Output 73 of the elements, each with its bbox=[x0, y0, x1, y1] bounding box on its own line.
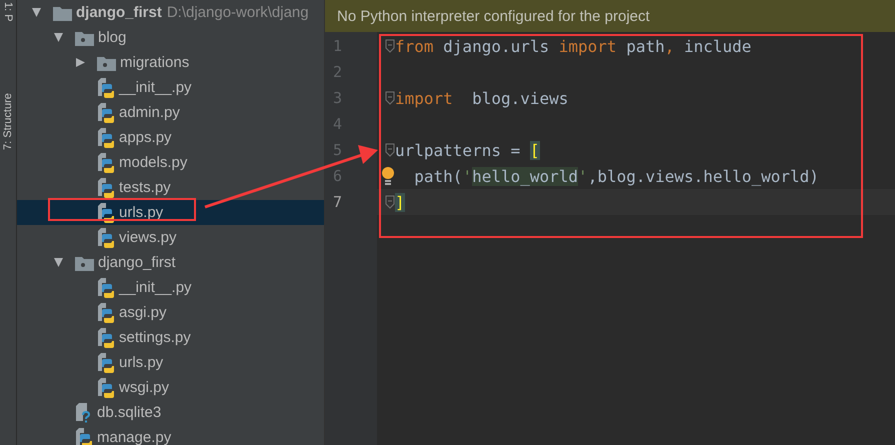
interpreter-warning-banner: No Python interpreter configured for the project bbox=[325, 0, 895, 32]
tree-item-name: asgi.py bbox=[119, 304, 167, 321]
fold-marker-icon[interactable] bbox=[385, 39, 395, 53]
tree-row[interactable]: urls.py bbox=[17, 200, 324, 225]
tree-row[interactable]: django_first bbox=[17, 250, 324, 275]
tree-item-name: blog bbox=[98, 29, 126, 46]
folder-icon bbox=[53, 4, 72, 20]
tree-row[interactable]: django_first D:\django-work\djang bbox=[17, 0, 324, 25]
tree-item-name: apps.py bbox=[119, 129, 172, 146]
code-text: ] bbox=[395, 192, 405, 212]
tree-row[interactable]: __init__.py bbox=[17, 75, 324, 100]
tool-window-tab[interactable]: 7: Structure bbox=[1, 93, 15, 150]
tree-item-name: migrations bbox=[120, 54, 190, 71]
unknown-file-icon bbox=[75, 402, 93, 422]
tool-window-tab[interactable]: 1: P bbox=[1, 2, 15, 22]
python-file-icon bbox=[97, 378, 115, 398]
python-file-icon bbox=[97, 152, 115, 172]
tree-row[interactable]: admin.py bbox=[17, 100, 324, 125]
python-file-icon bbox=[97, 328, 115, 348]
tree-item-name: __init__.py bbox=[119, 279, 192, 296]
tree-row[interactable]: db.sqlite3 bbox=[17, 400, 324, 425]
python-file-icon bbox=[97, 228, 115, 248]
python-file-icon bbox=[97, 302, 115, 322]
project-path: D:\django-work\djang bbox=[166, 4, 309, 21]
tree-row[interactable]: wsgi.py bbox=[17, 375, 324, 400]
python-file-icon bbox=[97, 102, 115, 122]
tree-item-name: settings.py bbox=[119, 329, 191, 346]
tree-item-name: urls.py bbox=[119, 354, 164, 371]
tree-item-name: django_first bbox=[98, 254, 176, 271]
tree-item-name: db.sqlite3 bbox=[97, 404, 162, 421]
lightbulb-icon[interactable] bbox=[381, 166, 395, 186]
code-text: path('hello_world',blog.views.hello_world) bbox=[413, 166, 819, 186]
expand-arrow-icon[interactable] bbox=[53, 257, 64, 268]
line-number: 7 bbox=[332, 193, 344, 211]
tree-row[interactable]: tests.py bbox=[17, 175, 324, 200]
tree-row[interactable]: blog bbox=[17, 25, 324, 50]
python-file-icon bbox=[97, 278, 115, 298]
python-file-icon bbox=[97, 352, 115, 372]
python-file-icon bbox=[75, 428, 93, 445]
fold-marker-icon[interactable] bbox=[385, 91, 395, 105]
tree-item-name: tests.py bbox=[119, 179, 171, 196]
tree-item-name: django_first bbox=[76, 4, 162, 21]
tree-item-name: wsgi.py bbox=[119, 379, 170, 396]
code-text: urlpatterns = [ bbox=[395, 140, 540, 160]
tree-row[interactable]: migrations bbox=[17, 50, 324, 75]
tree-row[interactable]: asgi.py bbox=[17, 300, 324, 325]
tree-row[interactable]: apps.py bbox=[17, 125, 324, 150]
expand-arrow-icon[interactable] bbox=[31, 7, 42, 18]
tree-item-name: views.py bbox=[119, 229, 177, 246]
python-file-icon bbox=[97, 128, 115, 148]
tree-item-name: manage.py bbox=[97, 429, 172, 445]
tree-item-name: urls.py bbox=[119, 204, 164, 221]
tree-row[interactable]: settings.py bbox=[17, 325, 324, 350]
python-file-icon bbox=[97, 178, 115, 198]
python-file-icon bbox=[97, 202, 115, 222]
folder-icon bbox=[75, 30, 94, 46]
tree-row[interactable]: urls.py bbox=[17, 350, 324, 375]
tree-item-name: __init__.py bbox=[119, 79, 192, 96]
tree-row[interactable]: __init__.py bbox=[17, 275, 324, 300]
tree-item-name: models.py bbox=[119, 154, 188, 171]
tree-row[interactable]: manage.py bbox=[17, 425, 324, 445]
fold-marker-icon[interactable] bbox=[385, 143, 395, 157]
python-file-icon bbox=[97, 78, 115, 98]
expand-arrow-icon[interactable] bbox=[53, 32, 64, 43]
code-text: from django.urls import path, include bbox=[395, 36, 752, 56]
fold-marker-icon[interactable] bbox=[385, 195, 395, 209]
tree-item-name: admin.py bbox=[119, 104, 180, 121]
code-text: import blog.views bbox=[395, 88, 568, 108]
tree-row[interactable]: views.py bbox=[17, 225, 324, 250]
expand-arrow-icon[interactable] bbox=[75, 57, 86, 68]
tree-row[interactable]: models.py bbox=[17, 150, 324, 175]
folder-icon bbox=[75, 254, 94, 270]
folder-icon bbox=[97, 54, 116, 70]
